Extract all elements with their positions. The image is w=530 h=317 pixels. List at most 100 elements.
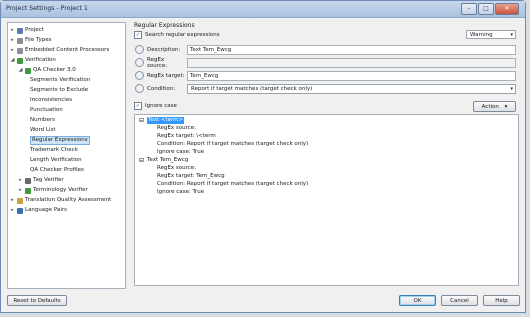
expander-icon[interactable]: ▸ — [18, 186, 23, 195]
expander-icon[interactable]: ◢ — [18, 66, 23, 75]
regex-target-label: RegEx target: — [147, 72, 185, 79]
tree-item-label: Terminology Verifier — [33, 187, 88, 193]
tree-item-project[interactable]: ▸ Project — [10, 26, 44, 35]
tree-item-label: Verification — [25, 57, 56, 63]
tree-item-qa-checker-profiles[interactable]: QA Checker Profiles — [30, 166, 84, 175]
tree-item-label: Segments Verification — [30, 77, 91, 83]
tree-item-inconsistencies[interactable]: Inconsistencies — [30, 96, 72, 105]
result-group-header[interactable]: Text <term> — [147, 117, 185, 124]
tree-item-language-pairs[interactable]: ▸ Language Pairs — [10, 206, 67, 215]
result-detail-line[interactable]: RegEx target: Tem_Ewcg — [157, 173, 225, 180]
collapse-icon[interactable]: ⊟ — [139, 157, 144, 164]
regex-target-icon — [135, 71, 144, 80]
severity-value: Warning — [470, 32, 493, 38]
ignore-case-row: ✓ Ignore case — [134, 102, 177, 110]
tree-item-punctuation[interactable]: Punctuation — [30, 106, 63, 115]
minimize-button[interactable]: – — [461, 3, 477, 15]
tree-node-icon — [17, 37, 23, 44]
project-settings-window: Project Settings - Project 1 – □ ✕ ▸ Proj… — [0, 0, 526, 313]
ok-button[interactable]: OK — [399, 295, 436, 306]
section-title: Regular Expressions — [134, 22, 195, 29]
search-regex-checkbox[interactable]: ✓ — [134, 31, 142, 39]
regex-target-row: RegEx target: — [135, 70, 185, 81]
title-bar[interactable]: Project Settings - Project 1 – □ ✕ — [1, 1, 525, 18]
collapse-icon[interactable]: ⊟ — [139, 117, 144, 124]
condition-label: Condition: — [147, 85, 176, 92]
result-detail-line[interactable]: Condition: Report if target matches (tar… — [157, 141, 308, 148]
regex-results-list[interactable]: Text <term> ⊟ RegEx source: RegEx target: \… — [134, 114, 519, 286]
tree-node-icon — [25, 67, 31, 74]
tree-item-label: Regular Expressions — [30, 136, 90, 145]
action-button[interactable]: Action ▾ — [473, 101, 516, 112]
result-detail-line[interactable]: RegEx source: — [157, 165, 196, 172]
regex-source-icon — [135, 58, 144, 67]
condition-row: Condition: — [135, 83, 185, 94]
window-title: Project Settings - Project 1 — [6, 5, 88, 12]
reset-defaults-button[interactable]: Reset to Defaults — [7, 295, 67, 306]
tree-node-icon — [25, 177, 31, 184]
dialog-footer: Reset to Defaults OK Cancel Help — [1, 290, 525, 312]
expander-icon[interactable]: ▸ — [18, 176, 23, 185]
expander-icon[interactable]: ◢ — [10, 56, 15, 65]
cancel-button[interactable]: Cancel — [441, 295, 478, 306]
close-button[interactable]: ✕ — [495, 3, 519, 15]
condition-icon — [135, 84, 144, 93]
tree-item-tag-verifier[interactable]: ▸ Tag Verifier — [18, 176, 64, 185]
chevron-down-icon: ▾ — [504, 104, 508, 110]
regex-source-input[interactable] — [187, 58, 516, 68]
result-detail-line[interactable]: RegEx source: — [157, 125, 196, 132]
tree-item-label: Language Pairs — [25, 207, 67, 213]
description-row: Description: — [135, 44, 185, 55]
tree-item-segments-verification[interactable]: Segments Verification — [30, 76, 90, 85]
result-detail-line[interactable]: Ignore case: True — [157, 149, 204, 156]
result-detail-line[interactable]: Condition: Report if target matches (tar… — [157, 181, 308, 188]
tree-item-verification[interactable]: ◢ Verification — [10, 56, 56, 65]
expander-icon[interactable]: ▸ — [10, 46, 15, 55]
tree-item-embedded-content-processors[interactable]: ▸ Embedded Content Processors — [10, 46, 109, 55]
result-group-header[interactable]: Text Tem_Ewcg — [147, 157, 188, 164]
tree-item-label: File Types — [25, 37, 52, 43]
tree-item-label: Word List — [30, 127, 56, 133]
tree-item-translation-quality-assessment[interactable]: ▸ Translation Quality Assessment — [10, 196, 111, 205]
result-detail-line[interactable]: Ignore case: True — [157, 189, 204, 196]
tree-item-file-types[interactable]: ▸ File Types — [10, 36, 51, 45]
regex-source-label: RegEx source: — [147, 56, 168, 69]
expander-icon[interactable]: ▸ — [10, 196, 15, 205]
tree-item-label: Inconsistencies — [30, 97, 73, 103]
maximize-button[interactable]: □ — [478, 3, 494, 15]
tree-item-label: Translation Quality Assessment — [25, 197, 112, 203]
chevron-down-icon: ▾ — [510, 86, 513, 92]
tree-item-label: Segments to Exclude — [30, 87, 89, 93]
tree-node-icon — [25, 187, 31, 194]
help-button[interactable]: Help — [483, 295, 520, 306]
settings-tree: ▸ Project ▸ File Types ▸ Embedded Content Pro… — [7, 22, 126, 289]
description-label: Description: — [147, 46, 181, 53]
description-input[interactable]: Text Tem_Ewcg — [187, 45, 516, 55]
tree-item-trademark-check[interactable]: Trademark Check — [30, 146, 78, 155]
tree-item-length-verification[interactable]: Length Verification — [30, 156, 82, 165]
expander-icon[interactable]: ▸ — [10, 206, 15, 215]
tree-item-word-list[interactable]: Word List — [30, 126, 56, 135]
tree-item-label: Tag Verifier — [33, 177, 64, 183]
severity-dropdown[interactable]: Warning ▾ — [466, 30, 516, 39]
expander-icon[interactable]: ▸ — [10, 26, 15, 35]
tree-item-qa-checker-3-0[interactable]: ◢ QA Checker 3.0 — [18, 66, 76, 75]
condition-dropdown[interactable]: Report if target matches (target check o… — [187, 84, 516, 94]
ignore-case-checkbox[interactable]: ✓ — [134, 102, 142, 110]
tree-item-terminology-verifier[interactable]: ▸ Terminology Verifier — [18, 186, 88, 195]
tree-item-label: Punctuation — [30, 107, 63, 113]
chevron-down-icon: ▾ — [510, 32, 513, 38]
tree-item-segments-to-exclude[interactable]: Segments to Exclude — [30, 86, 88, 95]
regex-panel: Regular Expressions ✓ Search regular exp… — [131, 22, 522, 289]
tree-node-icon — [17, 27, 23, 34]
tree-item-label: Length Verification — [30, 157, 82, 163]
result-detail-line[interactable]: RegEx target: \<term — [157, 133, 216, 140]
action-label: Action — [481, 104, 499, 110]
tree-node-icon — [17, 47, 23, 54]
regex-target-input[interactable]: Tem_Ewcg — [187, 71, 516, 81]
condition-value: Report if target matches (target check o… — [191, 86, 313, 92]
expander-icon[interactable]: ▸ — [10, 36, 15, 45]
tree-item-numbers[interactable]: Numbers — [30, 116, 55, 125]
tree-item-label: QA Checker Profiles — [30, 167, 84, 173]
tree-item-regular-expressions[interactable]: Regular Expressions — [30, 136, 90, 145]
